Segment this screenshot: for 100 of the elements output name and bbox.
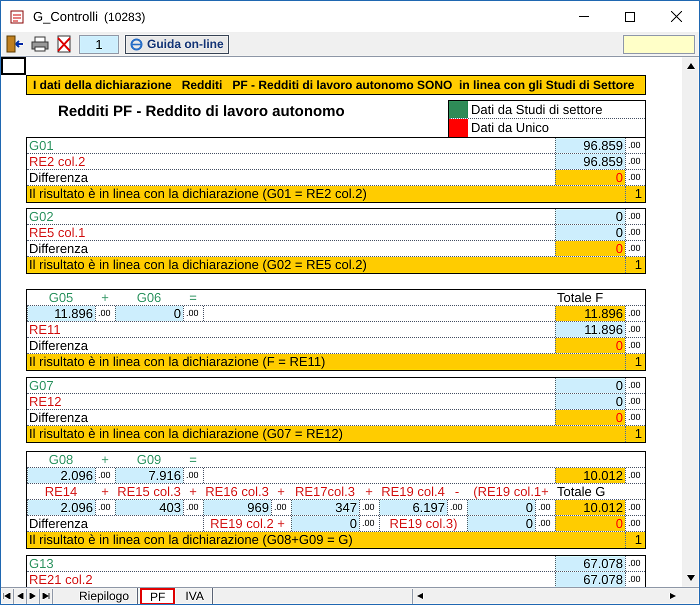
row-label: G07 xyxy=(28,378,55,393)
value-cell: 2.096 xyxy=(27,500,95,515)
decimal-cell: .00 xyxy=(625,500,645,515)
help-button[interactable]: Guida on-line xyxy=(125,34,229,54)
result-text: Il risultato è in linea con la dichiarazione (G07 = RE12) xyxy=(28,426,344,442)
value-cell: 0 xyxy=(555,394,625,409)
value-cell: 347 xyxy=(291,500,359,515)
operator-sign: + xyxy=(364,484,374,499)
total-label: Totale F xyxy=(556,290,604,305)
first-icon xyxy=(3,593,11,599)
delete-document-icon[interactable] xyxy=(55,35,73,53)
value-cell: 0 xyxy=(467,516,535,531)
operator-sign: + xyxy=(100,452,110,467)
vertical-scrollbar[interactable] xyxy=(682,57,699,587)
decimal-cell: .00 xyxy=(625,516,645,531)
result-flag: 1 xyxy=(625,257,645,273)
value-cell: 96.859 xyxy=(555,154,625,169)
formula-label: G08 xyxy=(48,452,74,467)
operator-sign: - xyxy=(454,484,460,499)
sheet-tab[interactable]: PF xyxy=(140,588,176,604)
decimal-cell: .00 xyxy=(625,338,645,353)
operator-sign: = xyxy=(188,290,198,305)
row-label: RE21 col.2 xyxy=(28,572,94,587)
result-text: Il risultato è in linea con la dichiarazione (G01 = RE2 col.2) xyxy=(28,186,368,202)
row-label: RE11 xyxy=(28,322,62,337)
minimize-icon xyxy=(579,16,589,17)
formula-label: RE19 col.4 xyxy=(380,484,446,499)
formula-label: RE14 xyxy=(44,484,78,499)
value-cell: 0 xyxy=(467,500,535,515)
next-icon xyxy=(29,593,37,599)
result-text: Il risultato è in linea con la dichiarazione (F = RE11) xyxy=(28,354,326,370)
row-label: G02 xyxy=(28,209,55,224)
value-cell: 11.896 xyxy=(27,306,95,321)
value-cell: 2.096 xyxy=(27,468,95,483)
value-cell: 0 xyxy=(555,338,625,353)
window-code: (10283) xyxy=(104,8,146,26)
decimal-cell: .00 xyxy=(625,170,645,185)
result-flag: 1 xyxy=(625,532,645,548)
decimal-cell: .00 xyxy=(625,225,645,240)
operator-sign: + xyxy=(100,290,110,305)
value-cell: 0 xyxy=(555,225,625,240)
formula-label: G06 xyxy=(136,290,162,305)
row-label: Differenza xyxy=(28,516,90,531)
exit-door-icon[interactable] xyxy=(5,35,25,53)
decimal-cell: .00 xyxy=(625,378,645,393)
formula-label: (RE19 col.1+ xyxy=(472,484,550,499)
value-cell: 11.896 xyxy=(555,306,625,321)
value-cell: 0 xyxy=(555,241,625,256)
last-sheet-button[interactable] xyxy=(40,588,53,604)
decimal-cell: .00 xyxy=(625,209,645,224)
row-label: G13 xyxy=(28,556,55,571)
decimal-cell: .00 xyxy=(625,322,645,337)
decimal-cell: .00 xyxy=(625,410,645,425)
value-cell: 67.078 xyxy=(555,556,625,571)
app-icon xyxy=(9,8,25,24)
decimal-cell: .00 xyxy=(183,468,203,483)
first-sheet-button[interactable] xyxy=(1,588,14,604)
decimal-cell: .00 xyxy=(625,154,645,169)
result-flag: 1 xyxy=(625,354,645,370)
result-flag: 1 xyxy=(625,426,645,442)
value-cell: 67.078 xyxy=(555,572,625,587)
operator-sign: + xyxy=(100,484,110,499)
value-cell: 10.012 xyxy=(555,468,625,483)
value-cell: 10.012 xyxy=(555,500,625,515)
formula-label: RE17col.3 xyxy=(294,484,356,499)
next-sheet-button[interactable] xyxy=(27,588,40,604)
decimal-cell: .00 xyxy=(625,468,645,483)
value-cell: 11.896 xyxy=(555,322,625,337)
operator-sign: + xyxy=(276,484,286,499)
decimal-cell: .00 xyxy=(625,138,645,153)
legend-label: Dati da Studi di settore xyxy=(470,101,603,118)
operator-sign: + xyxy=(188,484,198,499)
selected-cell xyxy=(1,57,26,75)
decimal-cell: .00 xyxy=(625,556,645,571)
formula-label: G09 xyxy=(136,452,162,467)
legend-label: Dati da Unico xyxy=(470,119,550,137)
decimal-cell: .00 xyxy=(183,306,203,321)
last-icon xyxy=(42,593,50,599)
sheet-tab[interactable]: IVA xyxy=(177,588,213,604)
sheet-tab[interactable]: Riepilogo xyxy=(71,588,138,604)
row-label: RE5 col.1 xyxy=(28,225,86,240)
value-cell: 0 xyxy=(555,516,625,531)
result-text: Il risultato è in linea con la dichiarazione (G02 = RE5 col.2) xyxy=(28,257,368,273)
scroll-up-icon xyxy=(686,63,694,69)
row-label: RE12 xyxy=(28,394,63,409)
scroll-right-icon xyxy=(670,593,678,599)
value-cell: 0 xyxy=(555,170,625,185)
status-field xyxy=(623,34,695,54)
printer-icon[interactable] xyxy=(31,36,49,52)
row-label: Differenza xyxy=(28,410,90,425)
value-cell: 403 xyxy=(115,500,183,515)
row-label: Differenza xyxy=(28,170,90,185)
value-cell: 969 xyxy=(203,500,271,515)
previous-icon xyxy=(16,593,24,599)
formula-label: G05 xyxy=(48,290,74,305)
page-field[interactable]: 1 xyxy=(79,34,119,54)
result-flag: 1 xyxy=(625,186,645,202)
window-title: G_Controlli xyxy=(33,8,98,26)
status-banner: I dati della dichiarazione Redditi PF - Redditi di lavoro autonomo SONO in linea con gli Studi di Settore xyxy=(26,75,646,95)
decimal-cell: .00 xyxy=(625,394,645,409)
